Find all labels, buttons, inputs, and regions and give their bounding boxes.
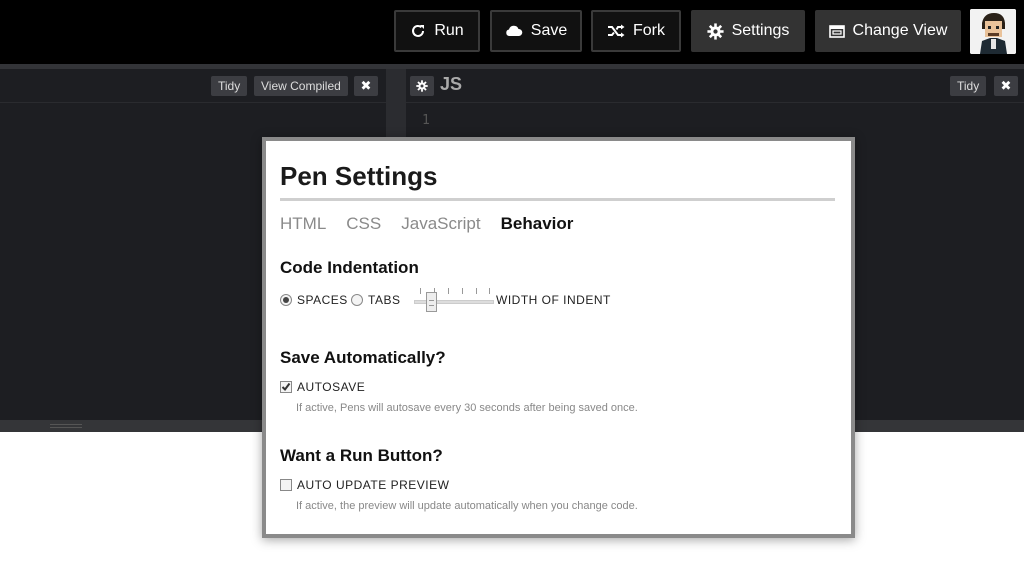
- indent-width-slider[interactable]: [414, 285, 494, 315]
- tidy-button[interactable]: Tidy: [950, 76, 987, 96]
- title-divider: [280, 198, 835, 201]
- autosave-heading: Save Automatically?: [280, 348, 446, 367]
- auto-update-hint: If active, the preview will update autom…: [296, 500, 638, 512]
- top-header: Run Save Fork Settings Change View: [0, 0, 1024, 64]
- tab-behavior[interactable]: Behavior: [501, 214, 574, 234]
- tabs-radio[interactable]: [351, 294, 363, 306]
- settings-tabs: HTML CSS JavaScript Behavior: [280, 214, 573, 234]
- gear-icon: [416, 80, 428, 92]
- modal-title: Pen Settings: [280, 161, 438, 191]
- line-number: 1: [422, 113, 430, 128]
- tabs-label: TABS: [368, 293, 401, 307]
- pane-title: JS: [440, 74, 463, 94]
- tabs-option[interactable]: TABS: [351, 293, 400, 307]
- indent-width-label: WIDTH OF INDENT: [496, 293, 611, 307]
- width-label: WIDTH OF INDENT: [496, 293, 611, 307]
- refresh-icon: [412, 24, 425, 37]
- pen-settings-modal: Pen Settings HTML CSS JavaScript Behavio…: [262, 137, 855, 538]
- view-compiled-button[interactable]: View Compiled: [254, 76, 348, 96]
- tab-javascript[interactable]: JavaScript: [401, 214, 480, 234]
- close-icon[interactable]: ✖: [354, 76, 378, 96]
- run-label: Run: [434, 22, 464, 39]
- save-label: Save: [530, 22, 568, 39]
- indentation-heading: Code Indentation: [280, 258, 419, 277]
- gear-icon: [707, 22, 724, 40]
- run-button[interactable]: Run: [394, 10, 480, 52]
- settings-label: Settings: [731, 22, 790, 39]
- spaces-radio[interactable]: [280, 294, 292, 306]
- change-view-label: Change View: [852, 22, 948, 39]
- pane-header: Tidy View Compiled ✖: [0, 69, 386, 103]
- autosave-checkbox[interactable]: [280, 381, 292, 393]
- resize-grip-icon[interactable]: [50, 424, 82, 428]
- autosave-option[interactable]: AUTOSAVE: [280, 380, 365, 394]
- tab-css[interactable]: CSS: [346, 214, 381, 234]
- autosave-label: AUTOSAVE: [297, 380, 366, 394]
- run-button-heading: Want a Run Button?: [280, 446, 443, 465]
- auto-update-checkbox[interactable]: [280, 479, 292, 491]
- pane-settings-button[interactable]: [410, 76, 434, 96]
- tidy-button[interactable]: Tidy: [211, 76, 248, 96]
- fork-icon: [608, 24, 625, 38]
- auto-update-label: AUTO UPDATE PREVIEW: [297, 478, 450, 492]
- close-icon[interactable]: ✖: [994, 76, 1018, 96]
- avatar-image: [970, 9, 1016, 54]
- settings-button[interactable]: Settings: [691, 10, 805, 52]
- save-button[interactable]: Save: [490, 10, 582, 52]
- fork-button[interactable]: Fork: [591, 10, 681, 52]
- change-view-button[interactable]: Change View: [815, 10, 961, 52]
- cloud-icon: [506, 25, 523, 36]
- tab-html[interactable]: HTML: [280, 214, 326, 234]
- pane-header: JS Tidy ✖: [406, 69, 1024, 103]
- fork-label: Fork: [633, 22, 665, 39]
- spaces-option[interactable]: SPACES: [280, 293, 348, 307]
- checkmark-icon: [281, 382, 291, 392]
- slider-thumb[interactable]: [426, 292, 437, 312]
- autosave-hint: If active, Pens will autosave every 30 s…: [296, 402, 638, 414]
- auto-update-option[interactable]: AUTO UPDATE PREVIEW: [280, 478, 449, 492]
- layout-icon: [828, 24, 845, 38]
- spaces-label: SPACES: [297, 293, 348, 307]
- user-avatar[interactable]: [970, 9, 1016, 54]
